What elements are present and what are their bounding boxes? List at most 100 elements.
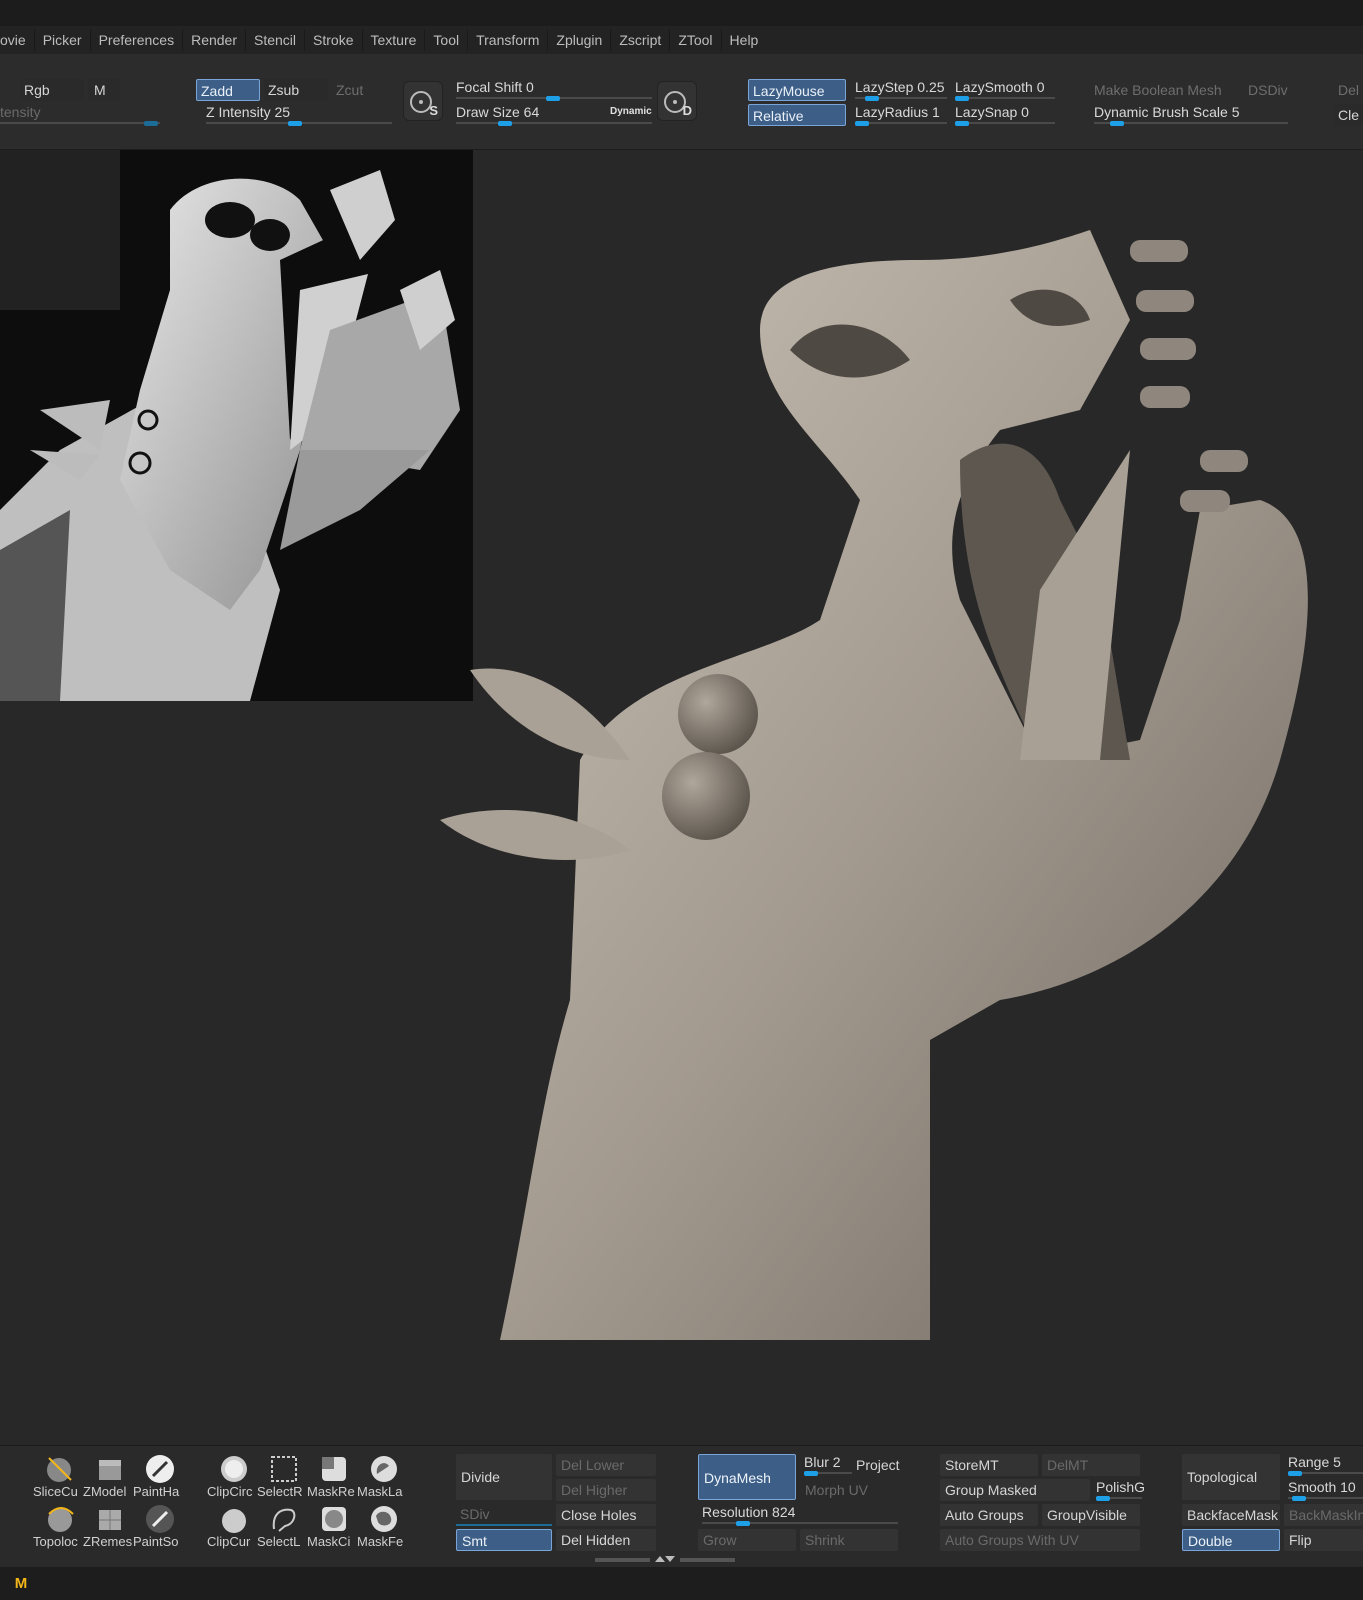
zcut-button[interactable]: Zcut [332,79,392,101]
grow-button[interactable]: Grow [698,1529,796,1551]
menu-bar: ovie Picker Preferences Render Stencil S… [0,26,1363,54]
top-shelf: Rgb M tensity Zadd Zsub Zcut Z Intensity… [0,54,1363,150]
dynamic-label[interactable]: Dynamic [610,102,652,122]
focal-shift-slider[interactable]: Focal Shift 0 [456,77,652,101]
storemt-button[interactable]: StoreMT [940,1454,1038,1476]
del-lower-button[interactable]: Del Lower [556,1454,656,1476]
menu-texture[interactable]: Texture [363,29,426,51]
divide-button[interactable]: Divide [456,1454,552,1500]
close-holes-button[interactable]: Close Holes [556,1504,656,1526]
menu-zplugin[interactable]: Zplugin [548,29,612,51]
dsdiv-button[interactable]: DSDiv [1244,79,1296,101]
dynamic-brush-scale-slider[interactable]: Dynamic Brush Scale 5 [1094,102,1288,126]
backfacemask-button[interactable]: BackfaceMask [1182,1504,1280,1526]
rgb-intensity-slider[interactable]: tensity [0,102,160,126]
polishg-label: PolishG [1096,1479,1146,1495]
smooth-label: Smooth 10 [1288,1479,1356,1495]
topology-tool[interactable]: Topoloc [33,1504,83,1554]
menu-picker[interactable]: Picker [35,29,91,51]
status-bar: M [0,1567,1363,1600]
z-intensity-label: Z Intensity 25 [206,104,291,120]
selectlasso-tool[interactable]: SelectL [257,1504,307,1554]
blur-slider[interactable]: Blur 2 [804,1452,852,1476]
resolution-label: Resolution 824 [702,1504,796,1520]
topological-button[interactable]: Topological [1182,1454,1280,1500]
del-button[interactable]: Del [1334,79,1363,101]
remesh-cube-icon [95,1504,125,1534]
sculpt-model[interactable] [440,200,1360,1400]
clipcurve-tool[interactable]: ClipCur [207,1504,257,1554]
clipcircle-tool[interactable]: ClipCirc [207,1454,257,1504]
flip-button[interactable]: Flip [1284,1529,1363,1551]
sdiv-slider[interactable]: SDiv [456,1504,552,1526]
z-intensity-slider[interactable]: Z Intensity 25 [206,102,392,126]
expand-handle[interactable] [595,1556,735,1562]
backmaskintensity-slider[interactable]: BackMaskIn [1284,1504,1363,1526]
menu-help[interactable]: Help [722,29,767,51]
mask-lasso-icon [369,1454,399,1484]
stroke-d-icon[interactable]: D [657,81,697,121]
zsub-button[interactable]: Zsub [264,79,328,101]
smooth-slider[interactable]: Smooth 10 [1288,1477,1363,1501]
menu-zscript[interactable]: Zscript [611,29,671,51]
lazymouse-button[interactable]: LazyMouse [748,79,846,101]
lazyradius-slider[interactable]: LazyRadius 1 [855,102,947,126]
make-boolean-mesh-button[interactable]: Make Boolean Mesh [1090,79,1240,101]
rgb-button[interactable]: Rgb [20,79,84,101]
group-masked-button[interactable]: Group Masked [940,1479,1090,1501]
delmt-button[interactable]: DelMT [1042,1454,1140,1476]
range-slider[interactable]: Range 5 [1288,1452,1363,1476]
shrink-button[interactable]: Shrink [800,1529,898,1551]
lazysnap-slider[interactable]: LazySnap 0 [955,102,1055,126]
select-lasso-icon [269,1504,299,1534]
menu-render[interactable]: Render [183,29,246,51]
focal-shift-label: Focal Shift 0 [456,79,534,95]
masklasso-tool[interactable]: MaskLa [357,1454,407,1504]
lazysmooth-slider[interactable]: LazySmooth 0 [955,77,1055,101]
menu-tool[interactable]: Tool [425,29,469,51]
lazysmooth-label: LazySmooth 0 [955,79,1045,95]
stroke-s-icon[interactable]: S [403,81,443,121]
menu-stencil[interactable]: Stencil [246,29,306,51]
selectrect-tool[interactable]: SelectR [257,1454,307,1504]
del-hidden-button[interactable]: Del Hidden [556,1529,656,1551]
blur-label: Blur 2 [804,1454,841,1470]
zremesher-tool[interactable]: ZRemes [83,1504,133,1554]
menu-movie[interactable]: ovie [0,29,35,51]
polishg-slider[interactable]: PolishG [1096,1477,1146,1501]
dynamesh-button[interactable]: DynaMesh [698,1454,796,1500]
maskfree-tool[interactable]: MaskFe [357,1504,407,1554]
morph-uv-button[interactable]: Morph UV [800,1479,900,1501]
rgb-intensity-label: tensity [0,104,41,120]
sdiv-label: SDiv [460,1506,490,1522]
lazystep-slider[interactable]: LazyStep 0.25 [855,77,947,101]
maskrect-tool[interactable]: MaskRe [307,1454,357,1504]
menu-transform[interactable]: Transform [468,29,549,51]
resolution-slider[interactable]: Resolution 824 [702,1502,898,1526]
zmodeler-tool[interactable]: ZModel [83,1454,133,1504]
del-higher-button[interactable]: Del Higher [556,1479,656,1501]
zadd-button[interactable]: Zadd [196,79,260,101]
auto-groups-button[interactable]: Auto Groups [940,1504,1038,1526]
auto-groups-with-uv-button[interactable]: Auto Groups With UV [940,1529,1140,1551]
smt-button[interactable]: Smt [456,1529,552,1551]
clear-button[interactable]: Cle [1334,104,1363,126]
menu-preferences[interactable]: Preferences [91,29,184,51]
m-button[interactable]: M [88,79,120,101]
painthard-tool[interactable]: PaintHa [133,1454,183,1504]
menu-ztool[interactable]: ZTool [670,29,722,51]
cube-icon [95,1454,125,1484]
range-label: Range 5 [1288,1454,1341,1470]
draw-size-slider[interactable]: Draw Size 64 Dynamic [456,102,652,126]
lazyradius-label: LazyRadius 1 [855,104,940,120]
menu-stroke[interactable]: Stroke [305,29,363,51]
paintsoft-tool[interactable]: PaintSo [133,1504,183,1554]
groupvisible-button[interactable]: GroupVisible [1042,1504,1140,1526]
slicecurve-tool[interactable]: SliceCu [33,1454,83,1504]
relative-button[interactable]: Relative [748,104,846,126]
double-button[interactable]: Double [1182,1529,1280,1551]
zbrush-logo-icon[interactable]: M [12,1575,30,1593]
project-button[interactable]: Project [851,1454,901,1476]
viewport-canvas[interactable] [0,150,1363,1445]
maskcircle-tool[interactable]: MaskCi [307,1504,357,1554]
